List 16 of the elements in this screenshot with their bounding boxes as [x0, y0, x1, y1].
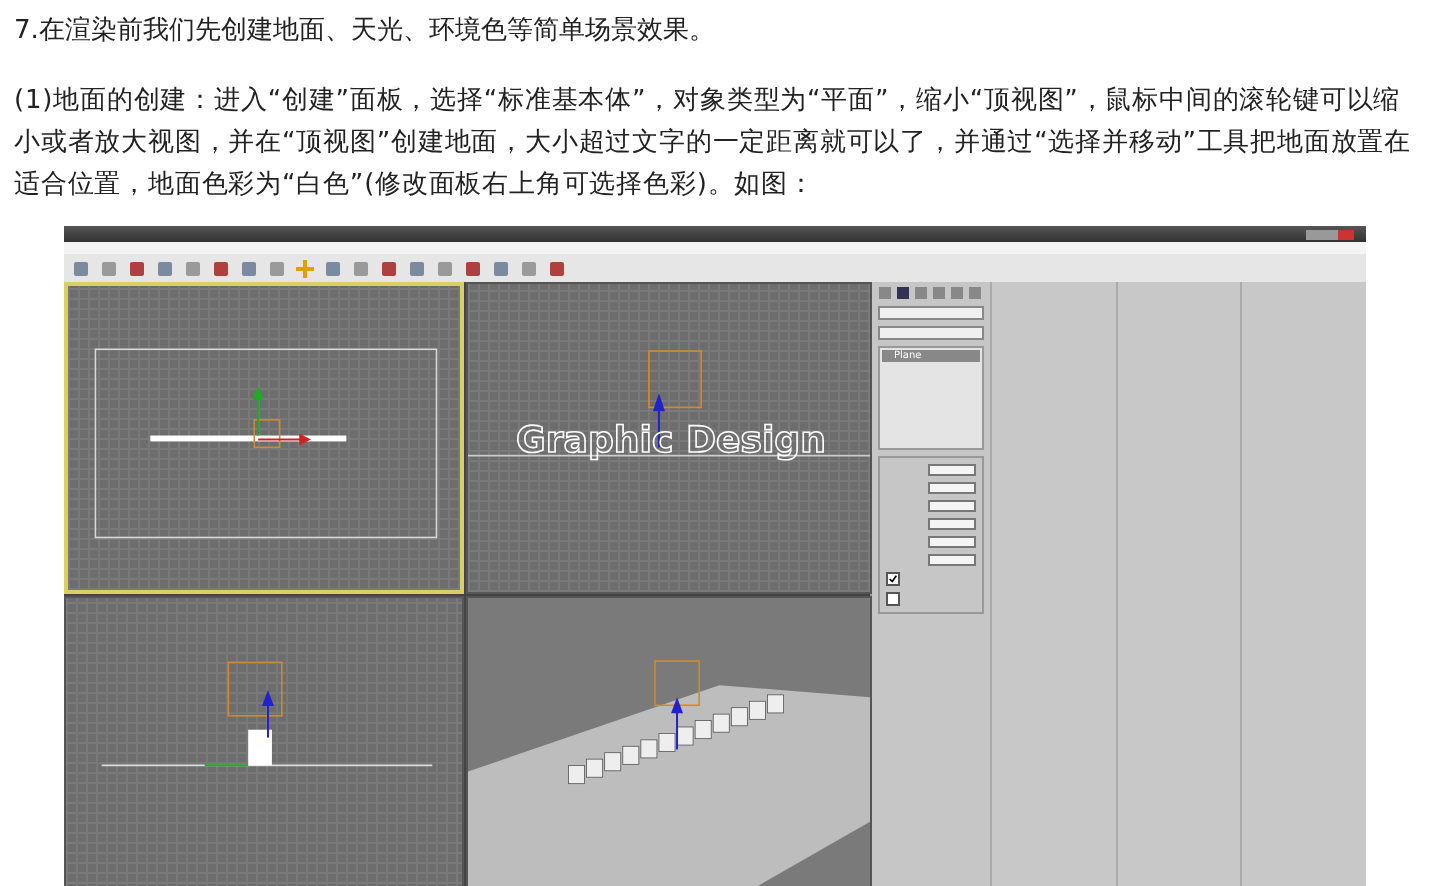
- 3d-text-object: Graphic Design: [516, 419, 827, 462]
- viewport[interactable]: [466, 595, 872, 886]
- viewport[interactable]: Graphic Design: [466, 282, 872, 593]
- spinner-field[interactable]: [928, 500, 976, 512]
- name-field[interactable]: [878, 306, 984, 320]
- modifier-dropdown[interactable]: [878, 326, 984, 340]
- instruction-paragraph: (1)地面的创建：进入“创建”面板，选择“标准基本体”，对象类型为“平面”，缩小“顶视图”，鼠标中间的滚轮键可以缩小或者放大视图，并在“顶视图”创建地面，大小超过文字的一定距离就可以了，并通过“选择并移动”工具把地面放置在适合位置，地面色彩为“白色”(修改面板右上角可选择色彩)。如图：: [14, 84, 1414, 204]
- checkbox[interactable]: [886, 572, 900, 586]
- spinner-field[interactable]: [928, 464, 976, 476]
- checkbox[interactable]: [886, 592, 900, 606]
- spinner-field[interactable]: [928, 536, 976, 548]
- spinner-field[interactable]: [928, 518, 976, 530]
- step-heading: 7.在渲染前我们先创建地面、天光、环境色等简单场景效果。: [12, 14, 717, 50]
- spinner-field[interactable]: [928, 482, 976, 494]
- spinner-field[interactable]: [928, 554, 976, 566]
- window-controls-icon: [1306, 229, 1354, 239]
